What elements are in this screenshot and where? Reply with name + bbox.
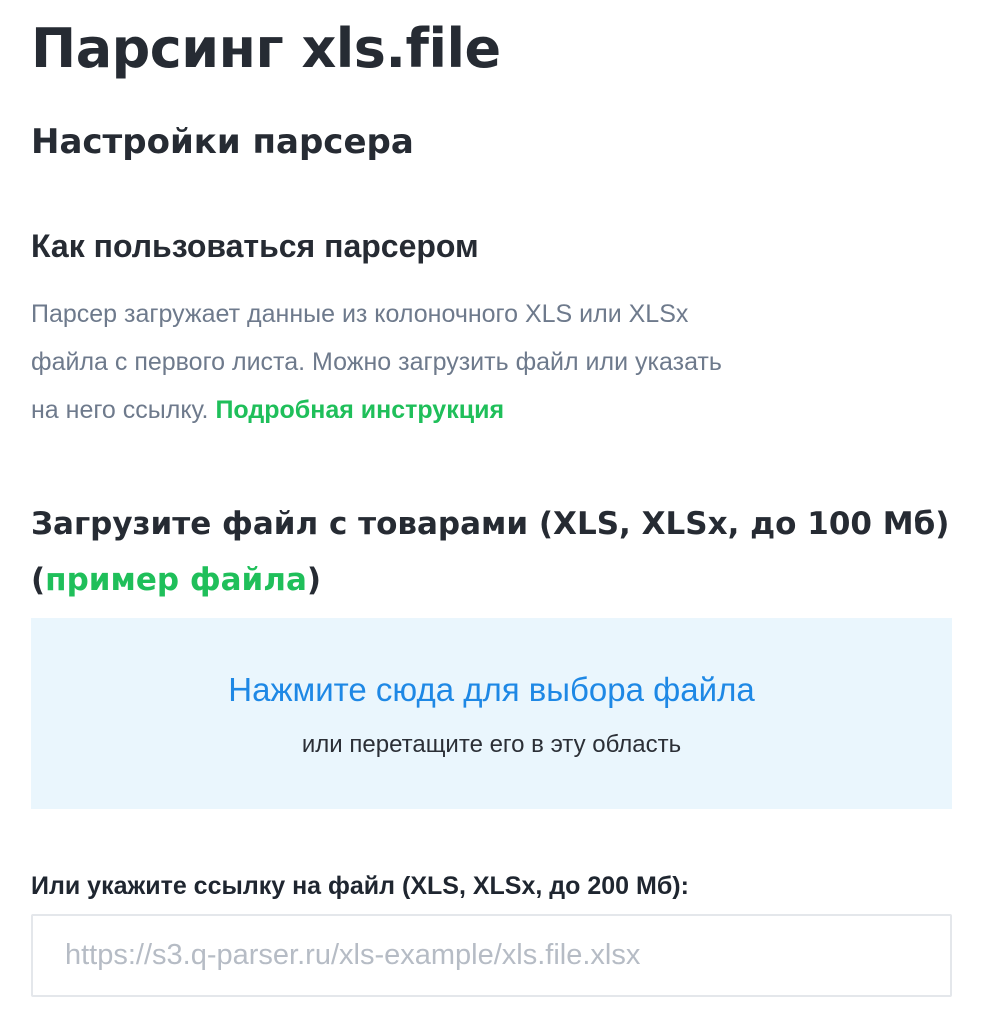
howto-description: Парсер загружает данные из колоночного X… [31, 290, 851, 434]
howto-title: Как пользоваться парсером [31, 228, 479, 264]
page-title: Парсинг xls.file [31, 17, 501, 80]
file-url-label: Или укажите ссылку на файл (XLS, XLSx, д… [31, 872, 689, 900]
example-file-link[interactable]: пример файла [45, 562, 307, 598]
paren-close: ) [306, 562, 322, 598]
dropzone-hint: или перетащите его в эту область [301, 731, 682, 758]
instruction-link[interactable]: Подробная инструкция [215, 396, 504, 424]
howto-line-2: файла с первого листа. Можно загрузить ф… [31, 348, 722, 376]
settings-title: Настройки парсера [31, 122, 414, 162]
howto-line-3: на него ссылку. Подробная инструкция [31, 386, 851, 434]
upload-title: Загрузите файл с товарами (XLS, XLSx, до… [31, 496, 953, 608]
upload-title-line-2: (пример файла) [31, 552, 953, 608]
howto-line-3-text: на него ссылку. [31, 396, 216, 424]
choose-file-link[interactable]: Нажмите сюда для выбора файла [31, 668, 952, 712]
howto-line-1: Парсер загружает данные из колоночного X… [31, 300, 689, 328]
file-dropzone[interactable]: Нажмите сюда для выбора файла или перета… [31, 618, 952, 809]
upload-title-line-1: Загрузите файл с товарами (XLS, XLSx, до… [31, 506, 950, 542]
paren-open: ( [31, 562, 46, 598]
file-url-input[interactable] [31, 914, 952, 997]
